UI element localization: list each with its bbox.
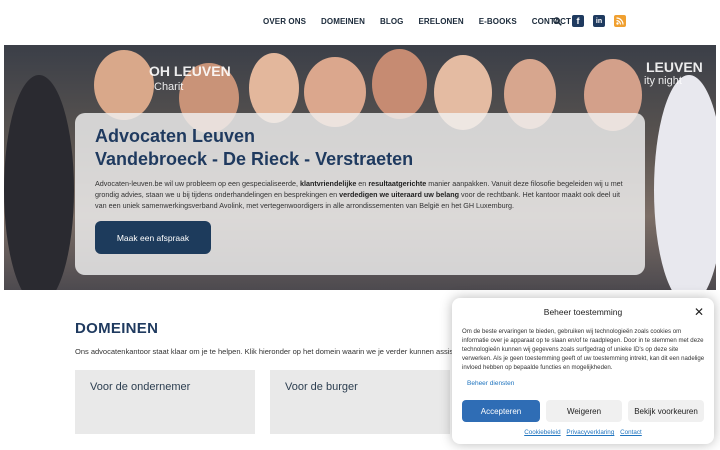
background-sign: OH LEUVEN — [149, 63, 231, 79]
contact-link[interactable]: Contact — [620, 429, 642, 436]
hero-title-line1: Advocaten Leuven — [95, 126, 256, 146]
rss-icon[interactable] — [614, 15, 626, 27]
manage-services-link[interactable]: Beheer diensten — [467, 380, 514, 387]
header-icons: f in — [551, 15, 635, 27]
main-menu: OVER ONS DOMEINEN BLOG ERELONEN E-BOOKS … — [263, 17, 586, 26]
nav-item-over-ons[interactable]: OVER ONS — [263, 17, 306, 26]
photo-person — [4, 75, 74, 290]
intro-text-part: en — [356, 179, 369, 188]
hero-banner: OH LEUVEN Charit LEUVEN ity night Advoca… — [4, 45, 716, 290]
hero-intro-text: Advocaten-leuven.be wil uw probleem op e… — [95, 178, 627, 211]
nav-item-domeinen[interactable]: DOMEINEN — [321, 17, 365, 26]
background-sign: LEUVEN — [646, 59, 703, 75]
domain-card-label: Voor de burger — [285, 381, 358, 393]
background-sign: ity night — [644, 75, 682, 87]
close-icon[interactable]: ✕ — [694, 305, 704, 319]
accept-button[interactable]: Accepteren — [462, 400, 540, 422]
cookie-consent-dialog: Beheer toestemming ✕ Om de beste ervarin… — [452, 298, 714, 444]
search-icon[interactable] — [551, 15, 563, 27]
consent-buttons: Accepteren Weigeren Bekijk voorkeuren — [462, 400, 710, 422]
cookie-policy-link[interactable]: Cookiebeleid — [524, 429, 560, 436]
view-preferences-button[interactable]: Bekijk voorkeuren — [628, 400, 704, 422]
facebook-icon[interactable]: f — [572, 15, 584, 27]
privacy-statement-link[interactable]: Privacyverklaring — [566, 429, 614, 436]
photo-person — [372, 49, 427, 119]
intro-text-bold: verdedigen we uiteraard uw belang — [339, 190, 459, 199]
background-sign: Charit — [154, 81, 184, 93]
site-header: OVER ONS DOMEINEN BLOG ERELONEN E-BOOKS … — [0, 0, 720, 45]
domeinen-title: DOMEINEN — [75, 320, 159, 337]
linkedin-icon[interactable]: in — [593, 15, 605, 27]
hero-title: Advocaten Leuven Vandebroeck - De Rieck … — [95, 125, 413, 171]
consent-title: Beheer toestemming — [543, 307, 623, 317]
photo-person — [654, 75, 716, 290]
make-appointment-button[interactable]: Maak een afspraak — [95, 221, 211, 254]
nav-item-e-books[interactable]: E-BOOKS — [479, 17, 517, 26]
photo-person — [94, 50, 154, 120]
intro-text-part: Advocaten-leuven.be wil uw probleem op e… — [95, 179, 300, 188]
deny-button[interactable]: Weigeren — [546, 400, 622, 422]
consent-body-text: Om de beste ervaringen te bieden, gebrui… — [462, 328, 705, 371]
domain-card-ondernemer[interactable]: Voor de ondernemer — [75, 370, 255, 434]
domeinen-subtitle: Ons advocatenkantoor staat klaar om je t… — [75, 347, 460, 356]
intro-text-bold: resultaatgerichte — [368, 179, 427, 188]
domain-card-label: Voor de ondernemer — [90, 381, 191, 393]
hero-title-line2: Vandebroeck - De Rieck - Verstraeten — [95, 149, 414, 169]
intro-text-bold: klantvriendelijke — [299, 179, 357, 188]
consent-links: Cookiebeleid Privacyverklaring Contact — [452, 429, 714, 436]
nav-item-blog[interactable]: BLOG — [380, 17, 404, 26]
nav-item-erelonen[interactable]: ERELONEN — [418, 17, 463, 26]
domain-card-burger[interactable]: Voor de burger — [270, 370, 450, 434]
